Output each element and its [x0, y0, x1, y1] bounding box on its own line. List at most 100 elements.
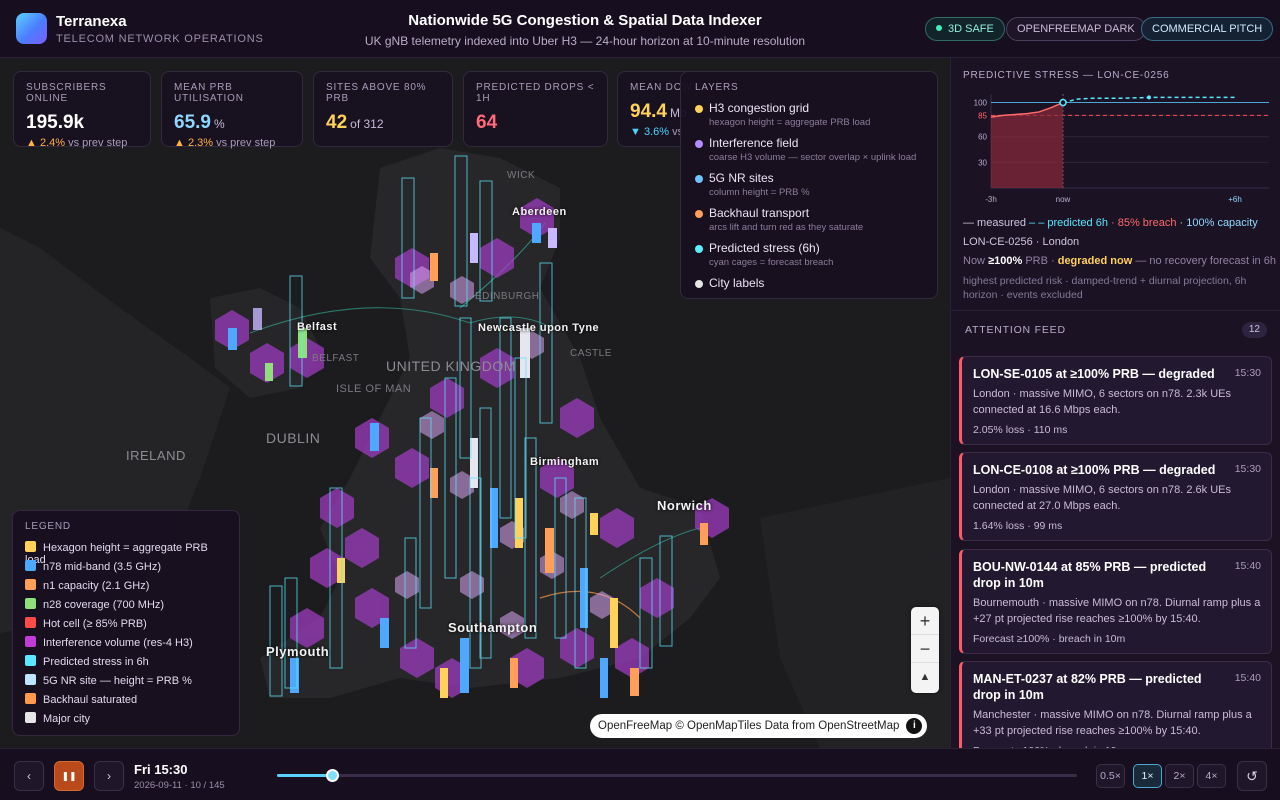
alert-card[interactable]: LON-CE-0108 at ≥100% PRB — degraded 15:30…	[959, 452, 1272, 541]
label-ireland: IRELAND	[126, 448, 186, 463]
layer-dot-icon	[695, 105, 703, 113]
terranexa-logo	[16, 13, 47, 44]
playback-time: Fri 15:30	[134, 762, 188, 777]
compass-reset-button[interactable]: ▲	[911, 663, 939, 691]
playback-bar: ‹ ❚❚ › Fri 15:30 2026-09-11 · 10 / 145 0…	[0, 748, 1280, 800]
status-prefix: Now	[963, 255, 986, 267]
legend-swatch	[25, 636, 36, 647]
kpi-subscribers-online: SUBSCRIBERS ONLINE 195.9k ▲ 2.4% vs prev…	[13, 71, 151, 149]
kpi-label: PREDICTED DROPS < 1H	[476, 82, 595, 104]
breach-dot: ·	[1111, 217, 1115, 229]
legend-capacity: 100% capacity	[1186, 217, 1258, 229]
city-label-southampton: Southampton	[448, 620, 538, 635]
legend-swatch	[25, 693, 36, 704]
kpi-delta-value: 3.6%	[643, 126, 670, 138]
city-label-norwich: Norwich	[657, 498, 712, 513]
info-icon[interactable]: i	[906, 718, 923, 734]
alert-title: BOU-NW-0144 at 85% PRB — predicted drop …	[973, 560, 1207, 590]
layer-dot-icon	[695, 245, 703, 253]
status-suffix: — no recovery forecast in 6h	[1135, 255, 1276, 267]
timeline-thumb[interactable]	[326, 769, 340, 782]
alert-time: 15:30	[1234, 463, 1261, 475]
legend-item: Hexagon height = aggregate PRB load	[25, 541, 227, 566]
label-castle: CASTLE	[570, 348, 612, 359]
legend-label: Major city	[43, 713, 91, 725]
legend-breach: 85% breach	[1117, 217, 1177, 229]
zoom-in-button[interactable]: +	[911, 607, 939, 635]
map-canvas[interactable]: IRELAND DUBLIN ISLE OF MAN UNITED KINGDO…	[0, 58, 950, 748]
page-subtitle: UK gNB telemetry indexed into Uber H3 — …	[364, 34, 806, 48]
alert-body: London · massive MIMO, 6 sectors on n78.…	[973, 388, 1232, 416]
legend-swatch	[25, 712, 36, 723]
stress-status-line: Now ≥100% PRB · degraded now — no recove…	[963, 255, 1276, 267]
trend-up-icon: ▲	[26, 137, 37, 149]
legend-label: Predicted stress in 6h	[43, 656, 149, 668]
layer-description: coarse H3 volume — sector overlap × upli…	[709, 152, 917, 163]
speed-button-2[interactable]: 2×	[1165, 764, 1194, 788]
alert-body: Manchester · massive MIMO on n78. Diurna…	[973, 709, 1252, 737]
layer-toggle-4[interactable]: Predicted stress (6h) cyan cages = foreca…	[695, 241, 923, 276]
kpi-delta: ▲ 2.4% vs prev step	[26, 137, 138, 149]
layer-name: Backhaul transport	[709, 206, 810, 220]
legend-label: Backhaul saturated	[43, 694, 138, 706]
step-forward-button[interactable]: ›	[94, 761, 124, 791]
legend-item: Interference volume (res-4 H3)	[25, 636, 227, 655]
legend-swatch	[25, 655, 36, 666]
alert-title: MAN-ET-0237 at 82% PRB — predicted drop …	[973, 672, 1202, 702]
legend-swatch	[25, 541, 36, 552]
kpi-predicted-drops: PREDICTED DROPS < 1H 64	[463, 71, 608, 147]
alert-card[interactable]: MAN-ET-0237 at 82% PRB — predicted drop …	[959, 661, 1272, 748]
layers-list: H3 congestion grid hexagon height = aggre…	[695, 101, 923, 311]
basemap-style-button[interactable]: OPENFREEMAP DARK	[1006, 17, 1146, 41]
speed-button-3[interactable]: 4×	[1197, 764, 1226, 788]
3d-safe-label: 3D SAFE	[948, 23, 994, 35]
status-value: ≥100%	[988, 255, 1023, 267]
trend-up-icon: ▲	[174, 137, 185, 149]
layer-toggle-5[interactable]: City labels	[695, 276, 923, 311]
kpi-sites-above-80: SITES ABOVE 80% PRB 42 of 312	[313, 71, 453, 147]
trend-down-icon: ▼	[630, 126, 641, 138]
chart-x-tick-label: +6h	[1228, 195, 1242, 204]
alert-card[interactable]: LON-SE-0105 at ≥100% PRB — degraded 15:30…	[959, 356, 1272, 445]
legend-item: n78 mid-band (3.5 GHz)	[25, 560, 227, 579]
legend-item: Major city	[25, 712, 227, 731]
legend-label: Interference volume (res-4 H3)	[43, 637, 193, 649]
alert-card[interactable]: BOU-NW-0144 at 85% PRB — predicted drop …	[959, 549, 1272, 654]
alert-time: 15:30	[1234, 367, 1261, 379]
layer-description: arcs lift and turn red as they saturate	[709, 222, 864, 233]
commercial-pitch-button[interactable]: COMMERCIAL PITCH	[1141, 17, 1274, 41]
legend-label: Hot cell (≥ 85% PRB)	[43, 618, 147, 630]
kpi-value-text: 42	[326, 112, 348, 133]
layer-toggle-3[interactable]: Backhaul transport arcs lift and turn red…	[695, 206, 923, 241]
step-back-button[interactable]: ‹	[14, 761, 44, 791]
legend-label: n28 coverage (700 MHz)	[43, 599, 165, 611]
kpi-label: SUBSCRIBERS ONLINE	[26, 82, 107, 104]
speed-button-0[interactable]: 0.5×	[1096, 764, 1125, 788]
page-title: Nationwide 5G Congestion & Spatial Data …	[408, 12, 762, 29]
legend-swatch	[25, 579, 36, 590]
kpi-mean-prb: MEAN PRB UTILISATION 65.9% ▲ 2.3% vs pre…	[161, 71, 303, 149]
legend-predicted: – – predicted 6h	[1029, 217, 1108, 229]
legend-title: LEGEND	[25, 521, 71, 532]
legend-item: n1 capacity (2.1 GHz)	[25, 579, 227, 598]
3d-safe-toggle[interactable]: 3D SAFE	[925, 17, 1005, 41]
timeline-slider[interactable]	[277, 769, 1077, 782]
kpi-value-text: 64	[476, 112, 498, 133]
speed-button-1[interactable]: 1×	[1133, 764, 1162, 788]
map-attribution: OpenFreeMap © OpenMapTiles Data from Ope…	[590, 714, 928, 738]
zoom-out-button[interactable]: −	[911, 635, 939, 663]
chart-y-tick-label: 85	[978, 111, 987, 120]
layer-dot-icon	[695, 280, 703, 288]
pause-button[interactable]: ❚❚	[54, 761, 84, 791]
kpi-delta-value: 2.4%	[39, 137, 66, 149]
layer-dot-icon	[695, 210, 703, 218]
legend-label: 5G NR site — height = PRB %	[43, 675, 192, 687]
layer-dot-icon	[695, 140, 703, 148]
stress-chart: 100 85 60 30 -3h now +6h	[974, 94, 1269, 204]
kpi-value-text: 195.9k	[26, 112, 85, 133]
layer-toggle-1[interactable]: Interference field coarse H3 volume — sec…	[695, 136, 923, 171]
reset-button[interactable]: ↺	[1237, 761, 1267, 791]
layer-name: H3 congestion grid	[709, 101, 810, 115]
layer-toggle-2[interactable]: 5G NR sites column height = PRB %	[695, 171, 923, 206]
layer-toggle-0[interactable]: H3 congestion grid hexagon height = aggre…	[695, 101, 923, 136]
